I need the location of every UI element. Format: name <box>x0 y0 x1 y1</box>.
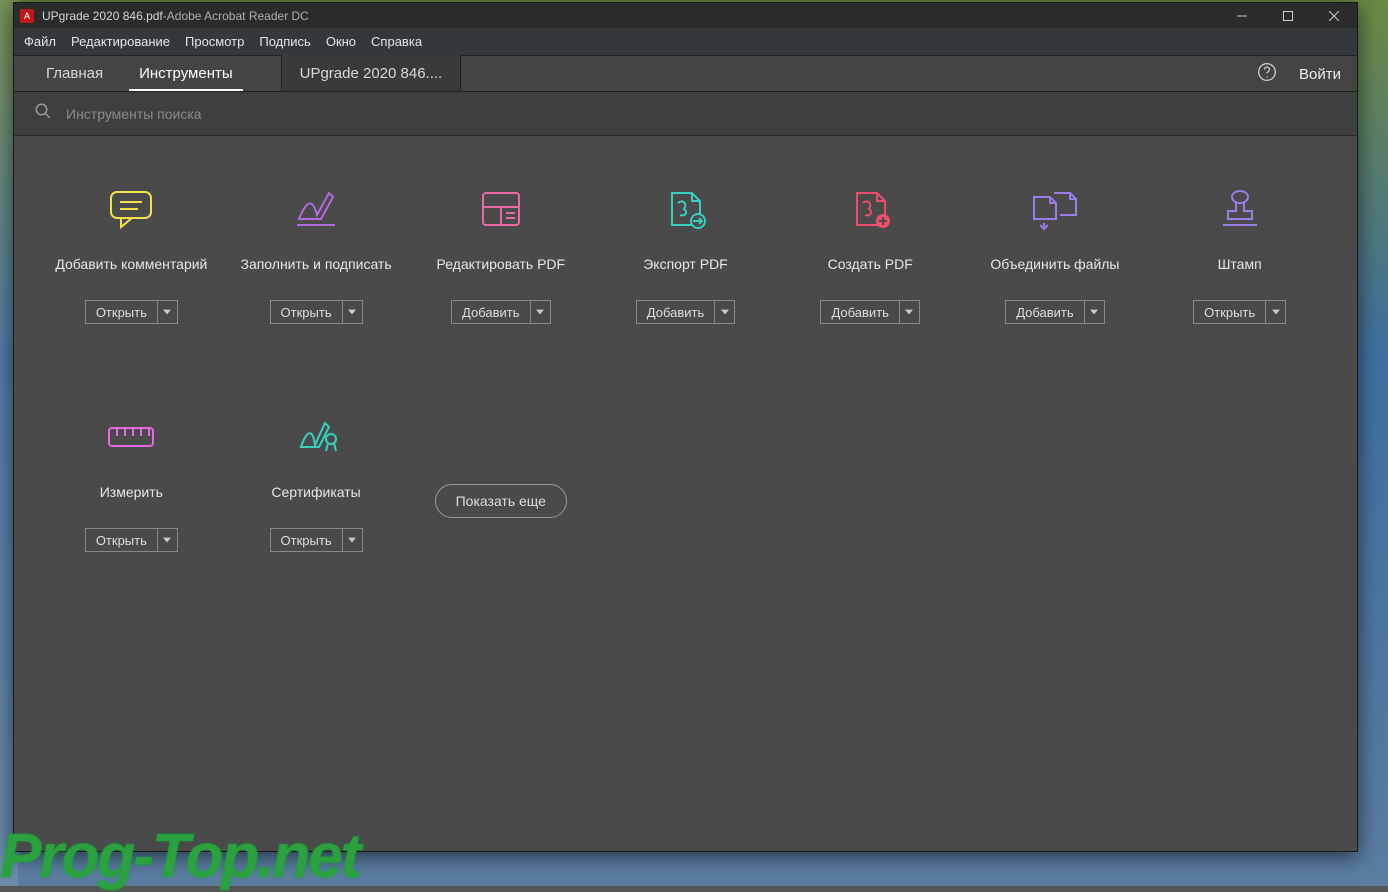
certificate-icon <box>291 414 341 460</box>
create-pdf-icon <box>845 186 895 232</box>
chevron-down-icon[interactable] <box>1084 301 1104 323</box>
tool-label: Редактировать PDF <box>436 244 565 284</box>
tool-action-label: Добавить <box>452 301 529 323</box>
tool-edit-pdf[interactable]: Редактировать PDF Добавить <box>413 186 588 324</box>
show-more-button[interactable]: Показать еще <box>435 484 567 518</box>
close-button[interactable] <box>1311 3 1357 28</box>
tool-action-button[interactable]: Открыть <box>1193 300 1286 324</box>
tool-comment[interactable]: Добавить комментарий Открыть <box>44 186 219 324</box>
ruler-icon <box>106 414 156 460</box>
menu-view[interactable]: Просмотр <box>185 34 244 49</box>
signature-icon <box>291 186 341 232</box>
menu-help[interactable]: Справка <box>371 34 422 49</box>
tool-action-button[interactable]: Открыть <box>270 528 363 552</box>
maximize-button[interactable] <box>1265 3 1311 28</box>
tool-action-label: Добавить <box>637 301 714 323</box>
minimize-button[interactable] <box>1219 3 1265 28</box>
tool-action-button[interactable]: Добавить <box>1005 300 1104 324</box>
show-more-label: Показать еще <box>456 493 546 509</box>
tool-action-label: Открыть <box>86 529 157 551</box>
chevron-down-icon[interactable] <box>342 529 362 551</box>
document-title: UPgrade 2020 846.pdf <box>42 9 163 23</box>
tool-action-label: Открыть <box>271 529 342 551</box>
tool-action-button[interactable]: Открыть <box>85 528 178 552</box>
tool-action-button[interactable]: Добавить <box>820 300 919 324</box>
tool-action-label: Открыть <box>271 301 342 323</box>
tool-action-label: Добавить <box>1006 301 1083 323</box>
chevron-down-icon[interactable] <box>1265 301 1285 323</box>
tool-label: Добавить комментарий <box>55 244 207 284</box>
tool-label: Измерить <box>100 472 163 512</box>
tool-label: Заполнить и подписать <box>240 244 391 284</box>
tool-action-button[interactable]: Добавить <box>451 300 550 324</box>
tool-export-pdf[interactable]: Экспорт PDF Добавить <box>598 186 773 324</box>
menu-file[interactable]: Файл <box>24 34 56 49</box>
combine-icon <box>1030 186 1080 232</box>
menu-bar: Файл Редактирование Просмотр Подпись Окн… <box>14 28 1357 56</box>
tab-tools-label: Инструменты <box>139 65 233 82</box>
chevron-down-icon[interactable] <box>157 529 177 551</box>
tools-panel: Добавить комментарий Открыть Заполнит <box>14 136 1357 851</box>
tools-search-bar <box>14 92 1357 136</box>
tool-label: Объединить файлы <box>990 244 1119 284</box>
chevron-down-icon[interactable] <box>714 301 734 323</box>
app-title: Adobe Acrobat Reader DC <box>167 9 309 23</box>
tool-action-button[interactable]: Открыть <box>270 300 363 324</box>
app-icon: A <box>20 9 34 23</box>
tool-action-button[interactable]: Открыть <box>85 300 178 324</box>
tools-search-input[interactable] <box>66 106 1337 122</box>
app-window: A UPgrade 2020 846.pdf - Adobe Acrobat R… <box>13 2 1358 852</box>
tool-action-label: Открыть <box>86 301 157 323</box>
watermark: Prog-Top.net <box>0 821 359 892</box>
tool-measure[interactable]: Измерить Открыть <box>44 414 219 552</box>
chevron-down-icon[interactable] <box>157 301 177 323</box>
tool-label: Экспорт PDF <box>643 244 728 284</box>
menu-window[interactable]: Окно <box>326 34 356 49</box>
edit-pdf-icon <box>476 186 526 232</box>
tool-create-pdf[interactable]: Создать PDF Добавить <box>783 186 958 324</box>
help-icon[interactable] <box>1257 62 1277 87</box>
tool-action-button[interactable]: Добавить <box>636 300 735 324</box>
stamp-icon <box>1215 186 1265 232</box>
title-bar: A UPgrade 2020 846.pdf - Adobe Acrobat R… <box>14 3 1357 28</box>
tab-document[interactable]: UPgrade 2020 846.... <box>281 55 462 91</box>
tool-certificates[interactable]: Сертификаты Открыть <box>229 414 404 552</box>
tab-home-label: Главная <box>46 65 103 82</box>
menu-edit[interactable]: Редактирование <box>71 34 170 49</box>
tool-fill-sign[interactable]: Заполнить и подписать Открыть <box>229 186 404 324</box>
tool-action-label: Добавить <box>821 301 898 323</box>
tool-combine-files[interactable]: Объединить файлы Добавить <box>968 186 1143 324</box>
chevron-down-icon[interactable] <box>530 301 550 323</box>
tab-tools[interactable]: Инструменты <box>121 55 251 91</box>
login-link[interactable]: Войти <box>1299 66 1341 83</box>
tab-home[interactable]: Главная <box>28 55 121 91</box>
tool-label: Создать PDF <box>828 244 913 284</box>
comment-icon <box>106 186 156 232</box>
chevron-down-icon[interactable] <box>342 301 362 323</box>
tool-label: Сертификаты <box>271 472 360 512</box>
export-pdf-icon <box>660 186 710 232</box>
tab-bar: Главная Инструменты UPgrade 2020 846....… <box>14 56 1357 92</box>
tool-label: Штамп <box>1218 244 1262 284</box>
menu-sign[interactable]: Подпись <box>259 34 310 49</box>
chevron-down-icon[interactable] <box>899 301 919 323</box>
tool-action-label: Открыть <box>1194 301 1265 323</box>
tab-document-label: UPgrade 2020 846.... <box>300 65 443 82</box>
tool-stamp[interactable]: Штамп Открыть <box>1152 186 1327 324</box>
search-icon <box>34 102 52 125</box>
